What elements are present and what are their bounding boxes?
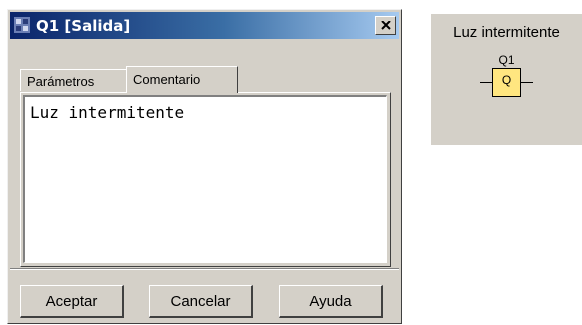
output-block: Q [492, 68, 521, 97]
block-preview: Luz intermitente Q1 Q [431, 14, 582, 145]
tab-parametros[interactable]: Parámetros [20, 69, 127, 91]
tab-comentario[interactable]: Comentario [126, 66, 238, 93]
output-properties-dialog: Q1 [Salida] Parámetros Comentario Luz in… [7, 9, 402, 324]
comment-textarea[interactable]: Luz intermitente [23, 95, 387, 263]
close-icon [381, 21, 391, 30]
preview-comment-label: Luz intermitente [453, 24, 560, 41]
app-icon [13, 16, 31, 34]
block-name-label: Q1 [498, 53, 515, 67]
cancel-button[interactable]: Cancelar [149, 285, 253, 318]
close-button[interactable] [375, 16, 396, 35]
help-button[interactable]: Ayuda [279, 285, 383, 318]
window-title: Q1 [Salida] [36, 17, 131, 35]
ok-button[interactable]: Aceptar [20, 285, 124, 318]
comment-panel: Luz intermitente [20, 92, 391, 267]
title-bar[interactable]: Q1 [Salida] [10, 12, 399, 39]
divider [10, 268, 399, 270]
input-pin [480, 82, 492, 83]
output-pin [521, 82, 533, 83]
